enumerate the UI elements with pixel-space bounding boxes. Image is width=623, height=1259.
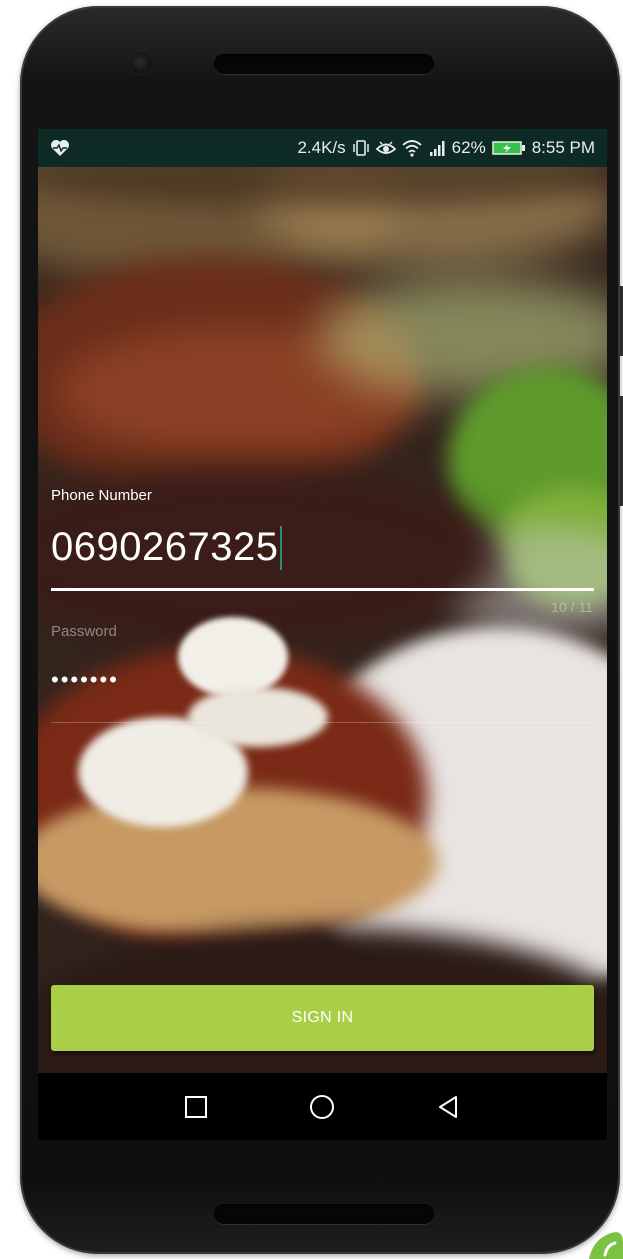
bottom-speaker [214, 1204, 434, 1224]
password-underline [51, 722, 594, 723]
battery-percent: 62% [451, 138, 486, 157]
phone-screen: 2.4K/s 62% 8:55 PM Phone Number 06902673… [38, 129, 607, 1140]
phone-number-label: Phone Number [51, 487, 152, 504]
wifi-icon [402, 140, 422, 157]
corner-logo-icon [589, 1232, 623, 1259]
network-speed: 2.4K/s [297, 138, 346, 157]
front-camera [130, 52, 152, 74]
status-time: 8:55 PM [531, 138, 595, 157]
password-label: Password [51, 623, 117, 640]
back-button[interactable] [434, 1093, 462, 1121]
phone-number-underline [51, 588, 594, 591]
recent-apps-button[interactable] [182, 1093, 210, 1121]
phone-number-value: 0690267325 [51, 525, 279, 569]
heart-pulse-icon [51, 140, 69, 156]
status-icons: 2.4K/s 62% 8:55 PM [297, 129, 595, 167]
eye-icon [375, 141, 396, 154]
sign-in-button[interactable]: SIGN IN [51, 985, 594, 1051]
back-icon [439, 1096, 457, 1118]
status-bar: 2.4K/s 62% 8:55 PM [38, 129, 607, 167]
signal-icon [429, 141, 445, 156]
recent-apps-icon [185, 1096, 207, 1118]
phone-number-input[interactable]: 0690267325 [51, 525, 283, 570]
home-button[interactable] [308, 1093, 336, 1121]
login-form: Phone Number 0690267325 10 / 11 Password… [38, 167, 607, 1140]
text-cursor [280, 525, 283, 570]
page: 2.4K/s 62% 8:55 PM Phone Number 06902673… [0, 0, 623, 1259]
phone-number-counter: 10 / 11 [551, 599, 593, 615]
home-icon [310, 1095, 334, 1119]
top-speaker [214, 54, 434, 74]
password-input[interactable]: ••••••• [51, 667, 119, 693]
navigation-bar [38, 1073, 607, 1140]
battery-charging-icon [491, 141, 525, 155]
vibrate-icon [352, 140, 369, 156]
